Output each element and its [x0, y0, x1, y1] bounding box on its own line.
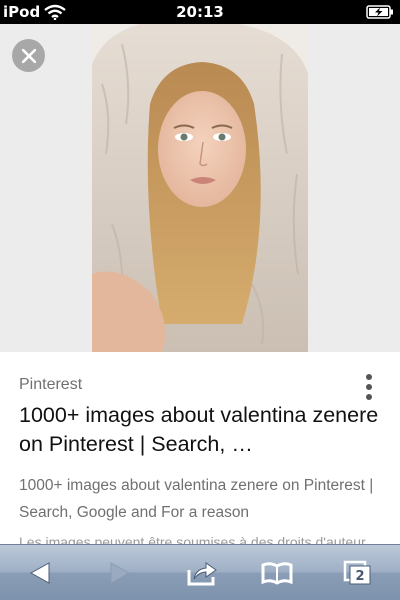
- tabs-button[interactable]: 2: [336, 555, 380, 591]
- status-bar: iPod 20:13: [0, 0, 400, 24]
- share-icon: [187, 562, 217, 586]
- close-button[interactable]: [12, 39, 45, 72]
- copyright-notice: Les images peuvent être soumises à des d…: [19, 534, 366, 544]
- result-snippet: 1000+ images about valentina zenere on P…: [19, 477, 374, 521]
- image-viewer: [0, 24, 400, 352]
- battery-charging-icon: [366, 5, 393, 19]
- share-button[interactable]: [180, 555, 224, 591]
- bookmarks-button[interactable]: [255, 555, 299, 591]
- forward-arrow-icon: [110, 562, 131, 584]
- image-result-card: Pinterest 1000+ images about valentina z…: [0, 352, 400, 544]
- bookmarks-icon: [261, 562, 293, 585]
- status-time: 20:13: [176, 3, 224, 21]
- result-title-link[interactable]: 1000+ images about valentina zenere on P…: [19, 401, 389, 459]
- back-arrow-icon: [29, 562, 50, 584]
- tab-count: 2: [355, 569, 364, 584]
- more-vertical-icon[interactable]: [360, 372, 378, 402]
- result-image[interactable]: [92, 24, 308, 352]
- close-icon: [21, 48, 36, 63]
- result-source[interactable]: Pinterest: [19, 376, 82, 394]
- forward-button[interactable]: [98, 555, 142, 591]
- browser-toolbar: 2: [0, 544, 400, 600]
- back-button[interactable]: [18, 555, 62, 591]
- tabs-icon: 2: [343, 560, 371, 585]
